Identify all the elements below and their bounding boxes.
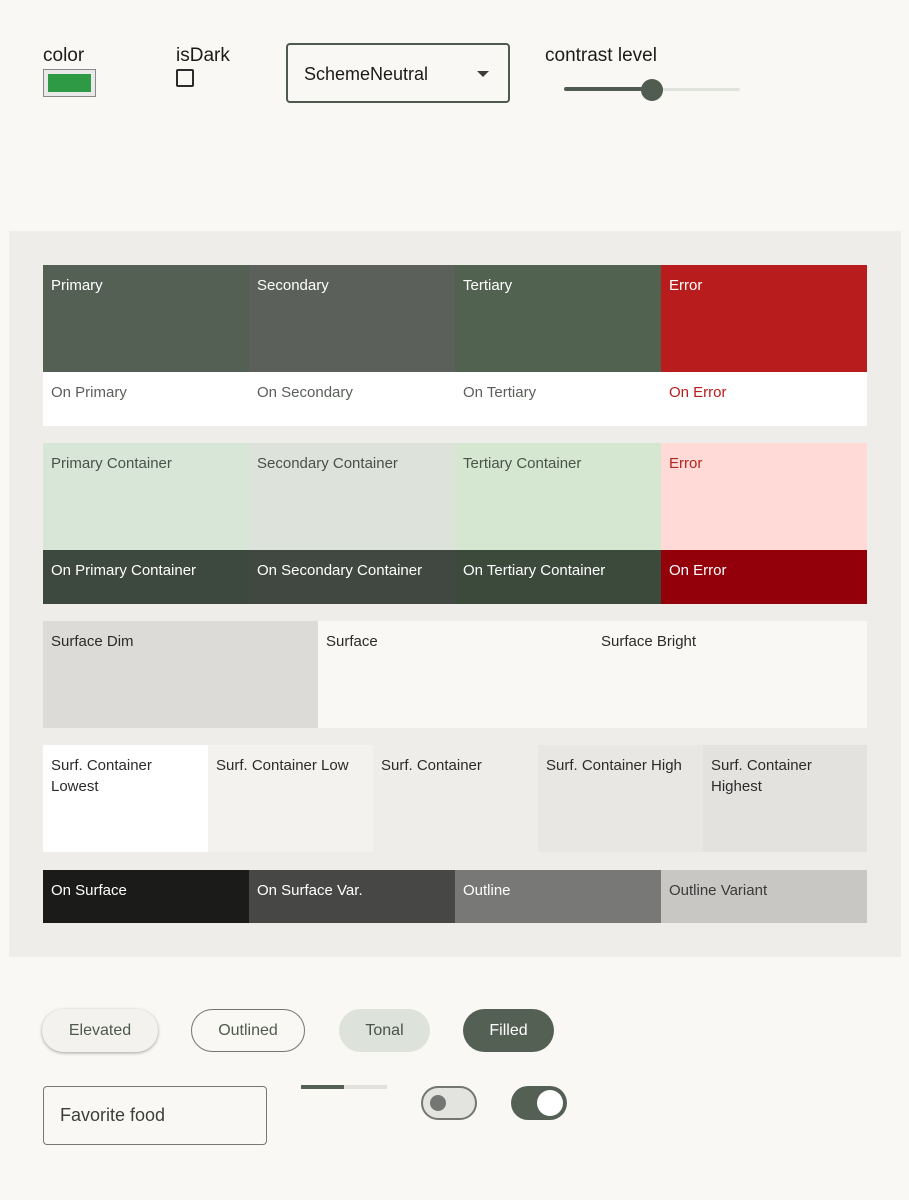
- swatch-outline-variant: Outline Variant: [661, 870, 867, 923]
- linear-progress-fill: [301, 1085, 344, 1089]
- favorite-food-placeholder: Favorite food: [60, 1105, 166, 1125]
- swatch-primary: Primary: [43, 265, 249, 372]
- swatch-surface-container-highest: Surf. Container Highest: [703, 745, 867, 852]
- swatch-surface-container-lowest: Surf. Container Lowest: [43, 745, 208, 852]
- swatch-surface-container-low: Surf. Container Low: [208, 745, 373, 852]
- swatch-outline: Outline: [455, 870, 661, 923]
- palette-row-containers: Primary Container Secondary Container Te…: [43, 443, 867, 550]
- swatch-on-error: On Error: [661, 372, 867, 426]
- scheme-select[interactable]: SchemeNeutral: [286, 43, 510, 103]
- swatch-on-tertiary-container: On Tertiary Container: [455, 550, 661, 604]
- contrast-level-slider[interactable]: [564, 79, 740, 101]
- color-picker-input[interactable]: [43, 69, 96, 97]
- swatch-tertiary: Tertiary: [455, 265, 661, 372]
- slider-thumb[interactable]: [641, 79, 663, 101]
- caret-down-icon: [477, 71, 489, 77]
- switch-on-knob: [537, 1090, 563, 1116]
- favorite-food-field[interactable]: Favorite food: [43, 1086, 267, 1145]
- swatch-on-tertiary: On Tertiary: [455, 372, 661, 426]
- slider-active-track: [564, 87, 652, 91]
- tonal-button[interactable]: Tonal: [339, 1009, 430, 1052]
- swatch-primary-container: Primary Container: [43, 443, 249, 550]
- swatch-on-surface-variant: On Surface Var.: [249, 870, 455, 923]
- swatch-surface: Surface: [318, 621, 593, 728]
- outlined-button[interactable]: Outlined: [191, 1009, 305, 1052]
- isdark-checkbox[interactable]: [176, 69, 194, 87]
- palette-row-main: Primary Secondary Tertiary Error: [43, 265, 867, 372]
- swatch-surface-container-high: Surf. Container High: [538, 745, 703, 852]
- palette-row-surfaces: Surface Dim Surface Surface Bright: [43, 621, 867, 728]
- swatch-surface-bright: Surface Bright: [593, 621, 867, 728]
- color-palette-panel: Primary Secondary Tertiary Error On Prim…: [9, 231, 901, 957]
- switch-on[interactable]: [511, 1086, 567, 1120]
- color-label: color: [43, 45, 85, 66]
- filled-button[interactable]: Filled: [463, 1009, 554, 1052]
- palette-row-on-containers: On Primary Container On Secondary Contai…: [43, 550, 867, 604]
- contrast-level-label: contrast level: [545, 45, 657, 66]
- linear-progress: [301, 1085, 387, 1089]
- swatch-surface-container: Surf. Container: [373, 745, 538, 852]
- palette-row-on-main: On Primary On Secondary On Tertiary On E…: [43, 372, 867, 426]
- switch-off[interactable]: [421, 1086, 477, 1120]
- color-swatch-fill: [48, 74, 91, 92]
- swatch-surface-dim: Surface Dim: [43, 621, 318, 728]
- switch-off-knob: [430, 1095, 446, 1111]
- swatch-on-secondary: On Secondary: [249, 372, 455, 426]
- swatch-error-container: Error: [661, 443, 867, 550]
- swatch-on-error-container: On Error: [661, 550, 867, 604]
- scheme-select-value: SchemeNeutral: [304, 64, 429, 84]
- swatch-on-secondary-container: On Secondary Container: [249, 550, 455, 604]
- swatch-tertiary-container: Tertiary Container: [455, 443, 661, 550]
- palette-row-on-surface: On Surface On Surface Var. Outline Outli…: [43, 870, 867, 923]
- swatch-secondary: Secondary: [249, 265, 455, 372]
- swatch-error: Error: [661, 265, 867, 372]
- palette-row-surface-containers: Surf. Container Lowest Surf. Container L…: [43, 745, 867, 852]
- isdark-label: isDark: [176, 45, 230, 66]
- swatch-secondary-container: Secondary Container: [249, 443, 455, 550]
- swatch-on-primary: On Primary: [43, 372, 249, 426]
- swatch-on-primary-container: On Primary Container: [43, 550, 249, 604]
- elevated-button[interactable]: Elevated: [42, 1009, 158, 1052]
- swatch-on-surface: On Surface: [43, 870, 249, 923]
